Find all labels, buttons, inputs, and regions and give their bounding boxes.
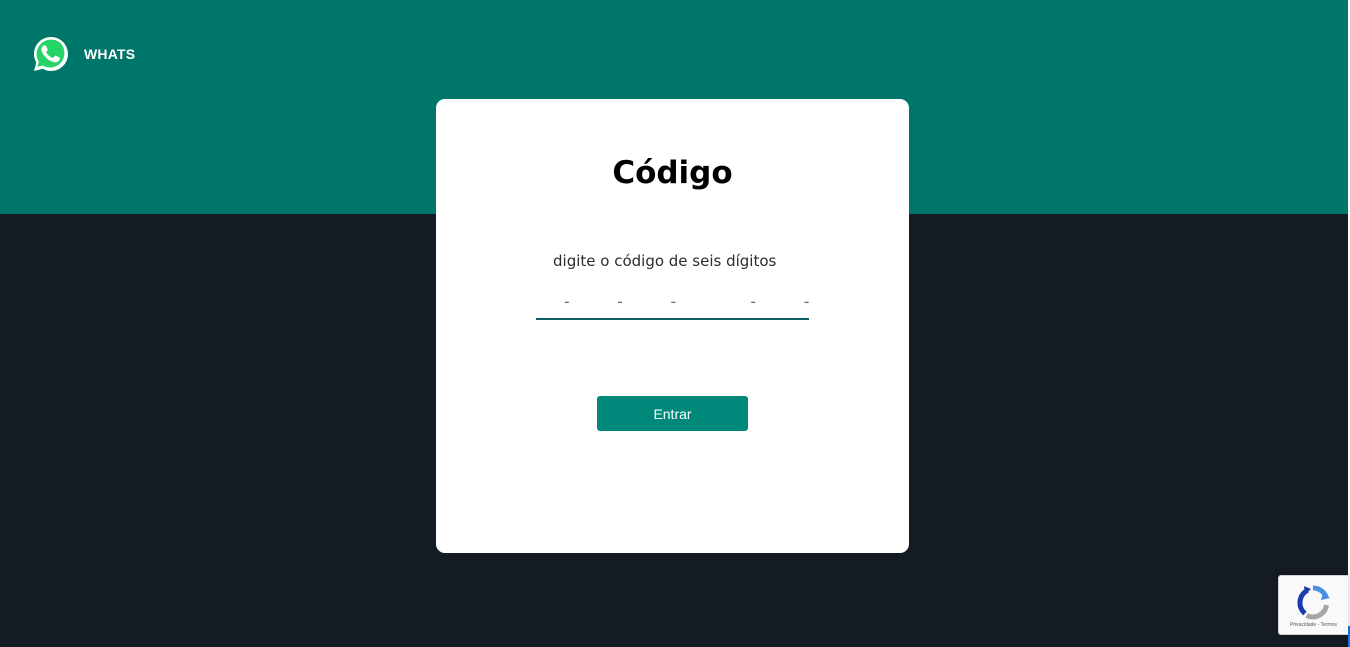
brand-name: WHATS (84, 46, 136, 62)
code-input[interactable] (536, 284, 809, 320)
brand[interactable]: WHATS (32, 35, 135, 73)
recaptcha-icon (1297, 585, 1330, 620)
recaptcha-badge[interactable]: Privacidade - Termos (1278, 575, 1348, 635)
code-card: Código digite o código de seis dígitos E… (436, 99, 909, 553)
enter-button[interactable]: Entrar (597, 396, 748, 431)
recaptcha-links[interactable]: Privacidade - Termos (1279, 622, 1348, 628)
code-label: digite o código de seis dígitos (553, 252, 777, 270)
whatsapp-icon (34, 37, 68, 71)
page-title: Código (612, 155, 733, 191)
